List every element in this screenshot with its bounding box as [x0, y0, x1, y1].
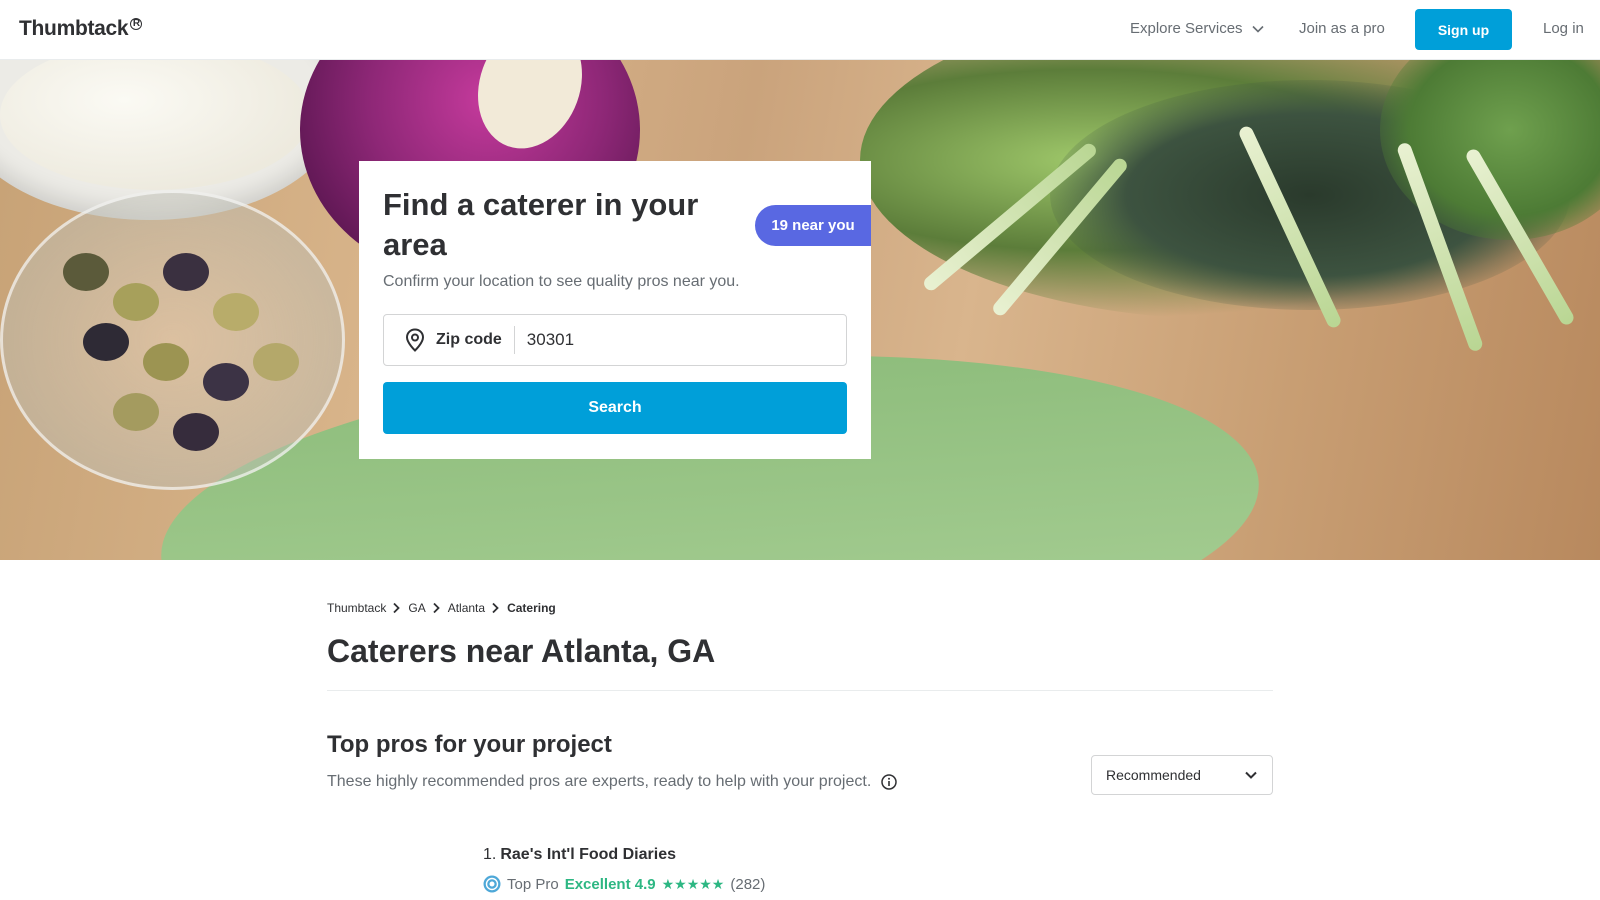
thumbtack-logo[interactable]: Thumbtack R: [19, 17, 143, 41]
pro-name-link[interactable]: Rae's Int'l Food Diaries: [500, 846, 676, 864]
registered-mark-icon: R: [130, 18, 143, 30]
sign-up-button[interactable]: Sign up: [1415, 9, 1512, 50]
logo-text: Thumbtack: [19, 17, 129, 40]
star-rating: ★★★★★: [661, 875, 725, 892]
section-subtitle: These highly recommended pros are expert…: [327, 773, 898, 791]
search-button[interactable]: Search: [383, 382, 847, 434]
find-caterer-card: Find a caterer in your area 19 near you …: [359, 161, 871, 459]
chevron-right-icon: [491, 602, 501, 614]
location-pin-icon: [404, 328, 426, 352]
pro-rating-row: Top Pro Excellent 4.9 ★★★★★ (282): [483, 875, 765, 893]
card-subtitle: Confirm your location to see quality pro…: [383, 273, 740, 290]
explore-services-label: Explore Services: [1130, 20, 1243, 37]
explore-services-menu[interactable]: Explore Services: [1130, 20, 1265, 37]
olive-tub-decoration: [0, 190, 345, 490]
breadcrumb-catering: Catering: [507, 601, 556, 615]
zip-code-label: Zip code: [436, 326, 515, 354]
sort-dropdown-value: Recommended: [1106, 767, 1201, 783]
breadcrumb: Thumbtack GA Atlanta Catering: [327, 601, 556, 615]
near-you-badge: 19 near you: [755, 205, 871, 246]
info-icon[interactable]: [881, 774, 898, 790]
chevron-right-icon: [392, 602, 402, 614]
review-count: (282): [730, 875, 766, 893]
rating-label: Excellent 4.9: [564, 875, 656, 893]
section-subtitle-text: These highly recommended pros are expert…: [327, 773, 872, 790]
top-pro-badge-icon: [483, 875, 501, 893]
sort-dropdown[interactable]: Recommended: [1091, 755, 1273, 795]
divider: [327, 690, 1273, 691]
zip-code-input[interactable]: [526, 330, 827, 350]
breadcrumb-thumbtack[interactable]: Thumbtack: [327, 601, 386, 615]
breadcrumb-atlanta[interactable]: Atlanta: [448, 601, 485, 615]
pro-list-item-title: 1. Rae's Int'l Food Diaries: [483, 846, 676, 864]
zip-code-field[interactable]: Zip code: [383, 314, 847, 366]
join-as-pro-link[interactable]: Join as a pro: [1299, 20, 1385, 37]
section-title: Top pros for your project: [327, 731, 612, 758]
card-title: Find a caterer in your area: [383, 187, 699, 262]
chevron-right-icon: [432, 602, 442, 614]
breadcrumb-ga[interactable]: GA: [408, 601, 425, 615]
chevron-down-icon: [1245, 771, 1257, 779]
chevron-down-icon: [1251, 25, 1264, 33]
top-pro-label: Top Pro: [507, 875, 559, 893]
page-title: Caterers near Atlanta, GA: [327, 633, 716, 669]
pro-rank: 1.: [483, 846, 497, 863]
log-in-link[interactable]: Log in: [1543, 20, 1584, 37]
top-nav: Thumbtack R Explore Services Join as a p…: [0, 0, 1600, 60]
